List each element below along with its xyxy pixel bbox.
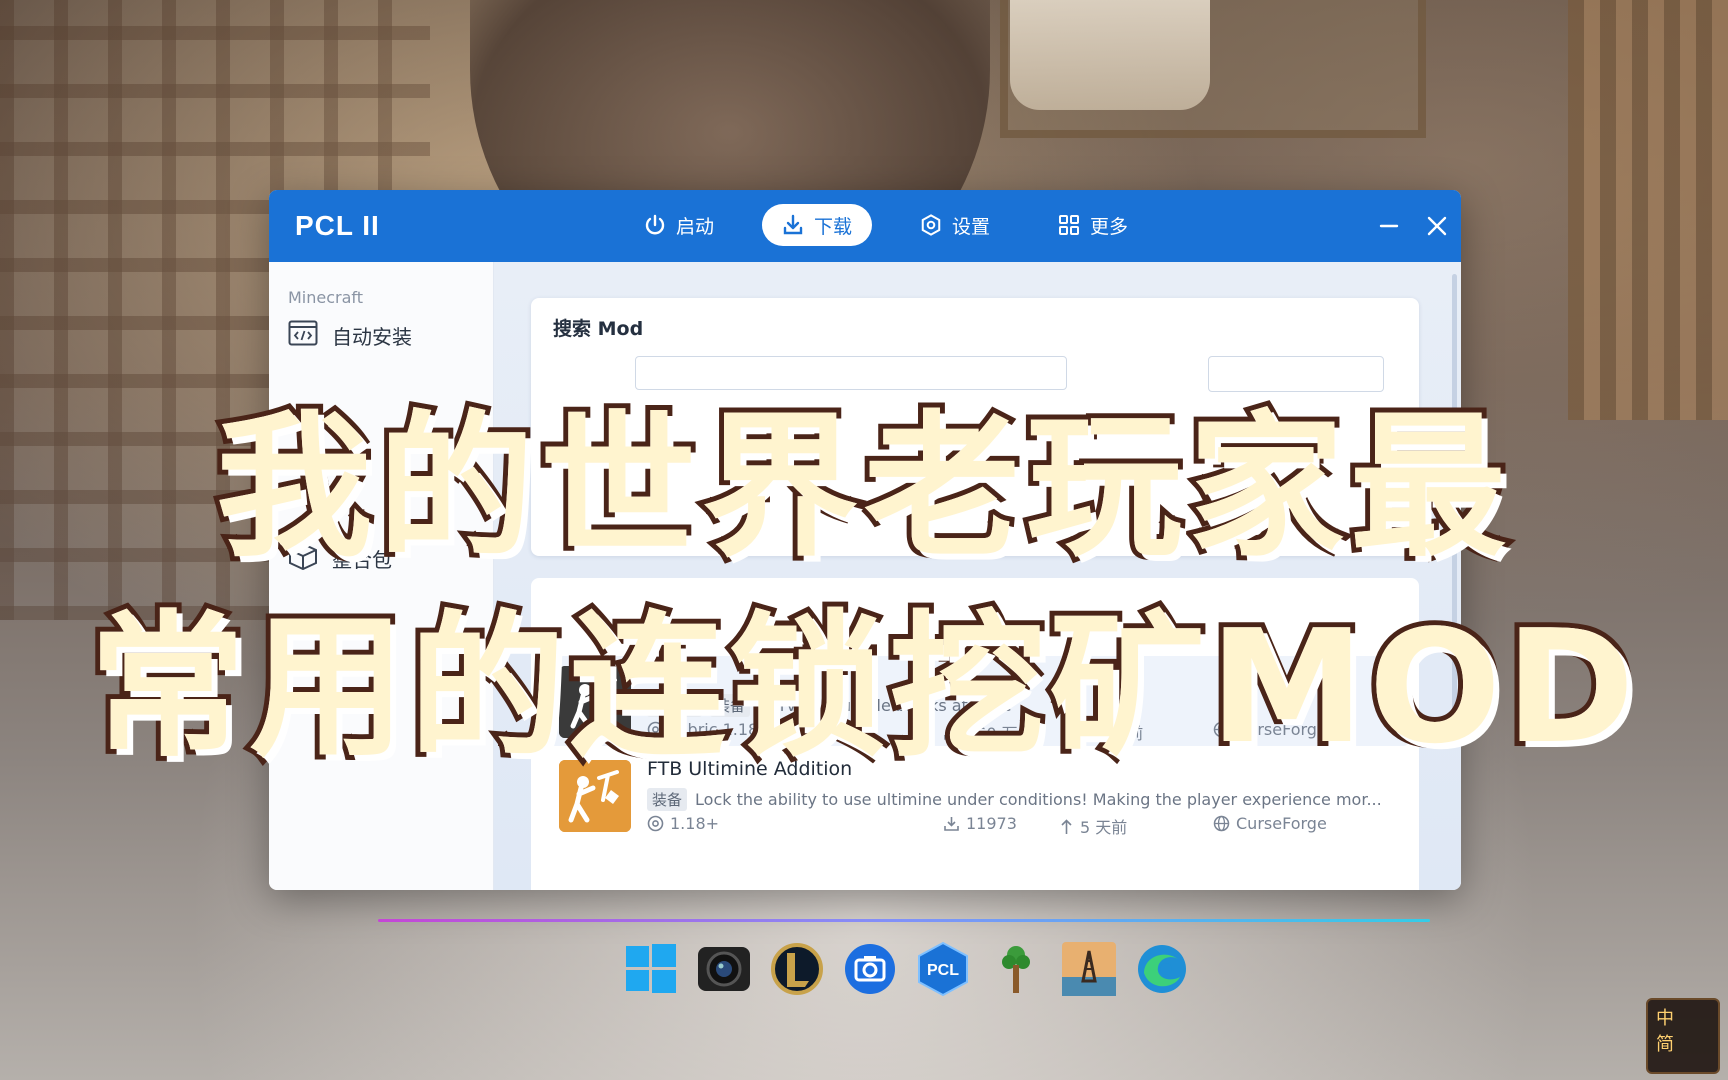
title-bar: PCL II 启动 下载 设置 更多	[269, 190, 1461, 262]
close-button[interactable]	[1421, 210, 1453, 242]
tab-settings-label: 设置	[952, 215, 991, 238]
upload-arrow-icon	[1061, 818, 1072, 834]
ime-indicator[interactable]: 中 简	[1646, 998, 1720, 1074]
mod-source: CurseForge	[1213, 814, 1327, 833]
search-card-title: 搜索 Mod	[553, 318, 644, 340]
close-icon	[1427, 216, 1447, 236]
tab-download-label: 下载	[814, 215, 853, 238]
mod-source-text: CurseForge	[1236, 814, 1327, 833]
taskbar-dock: PCL	[622, 940, 1191, 998]
tab-launch[interactable]: 启动	[624, 204, 734, 246]
app-title: PCL II	[295, 210, 380, 241]
headline-line-1: 我的世界老玩家最	[211, 391, 1512, 583]
tab-download[interactable]: 下载	[762, 204, 873, 246]
mod-updated-text: 5 天前	[1080, 818, 1128, 837]
dock-glow-line	[378, 919, 1430, 922]
minimize-button[interactable]	[1373, 210, 1405, 242]
download-icon	[782, 214, 804, 236]
background-lamp	[1010, 0, 1210, 110]
terraria-tree-icon[interactable]	[987, 940, 1045, 998]
tab-more-label: 更多	[1090, 215, 1129, 238]
tab-more[interactable]: 更多	[1038, 204, 1148, 246]
sidebar-section-minecraft: Minecraft	[288, 288, 364, 307]
ime-charset: 简	[1656, 1034, 1674, 1055]
ime-mode: 中	[1656, 1008, 1674, 1029]
mod-description: Lock the ability to use ultimine under c…	[695, 790, 1382, 809]
power-icon	[644, 214, 666, 236]
mod-updated: 5 天前	[1059, 814, 1127, 838]
minimize-icon	[1379, 224, 1399, 228]
mod-downloads: 11973	[943, 814, 1017, 833]
download-count-icon	[944, 817, 959, 831]
mod-tags: 装备 Lock the ability to use ultimine unde…	[647, 788, 1395, 811]
windows-start-icon[interactable]	[622, 940, 680, 998]
mod-version-text: 1.18+	[670, 814, 720, 833]
code-window-icon	[288, 320, 318, 351]
sidebar-item-label: 自动安装	[332, 325, 412, 349]
pcl-dock-label: PCL	[927, 962, 959, 979]
camera-app-icon[interactable]	[695, 940, 753, 998]
headline-line-2: 常用的连锁挖矿MOD	[84, 591, 1639, 783]
settings-icon	[920, 214, 942, 236]
tab-settings[interactable]: 设置	[900, 204, 1010, 246]
oil-rig-game-icon[interactable]	[1060, 940, 1118, 998]
top-nav: 启动 下载 设置 更多	[624, 204, 1148, 246]
mod-version: 1.18+	[647, 814, 719, 833]
grid-icon	[1058, 214, 1080, 236]
tag-equipment: 装备	[647, 788, 688, 811]
edge-browser-icon[interactable]	[1133, 940, 1191, 998]
pcl-launcher-icon[interactable]: PCL	[914, 940, 972, 998]
tab-launch-label: 启动	[676, 215, 715, 238]
globe-icon	[1213, 815, 1230, 832]
sidebar-item-auto-install[interactable]: 自动安装	[288, 320, 412, 351]
screenshot-app-icon[interactable]	[841, 940, 899, 998]
league-of-legends-icon[interactable]	[768, 940, 826, 998]
mod-downloads-text: 11973	[966, 814, 1017, 833]
version-icon	[647, 815, 664, 832]
background-curtain	[1568, 0, 1728, 420]
